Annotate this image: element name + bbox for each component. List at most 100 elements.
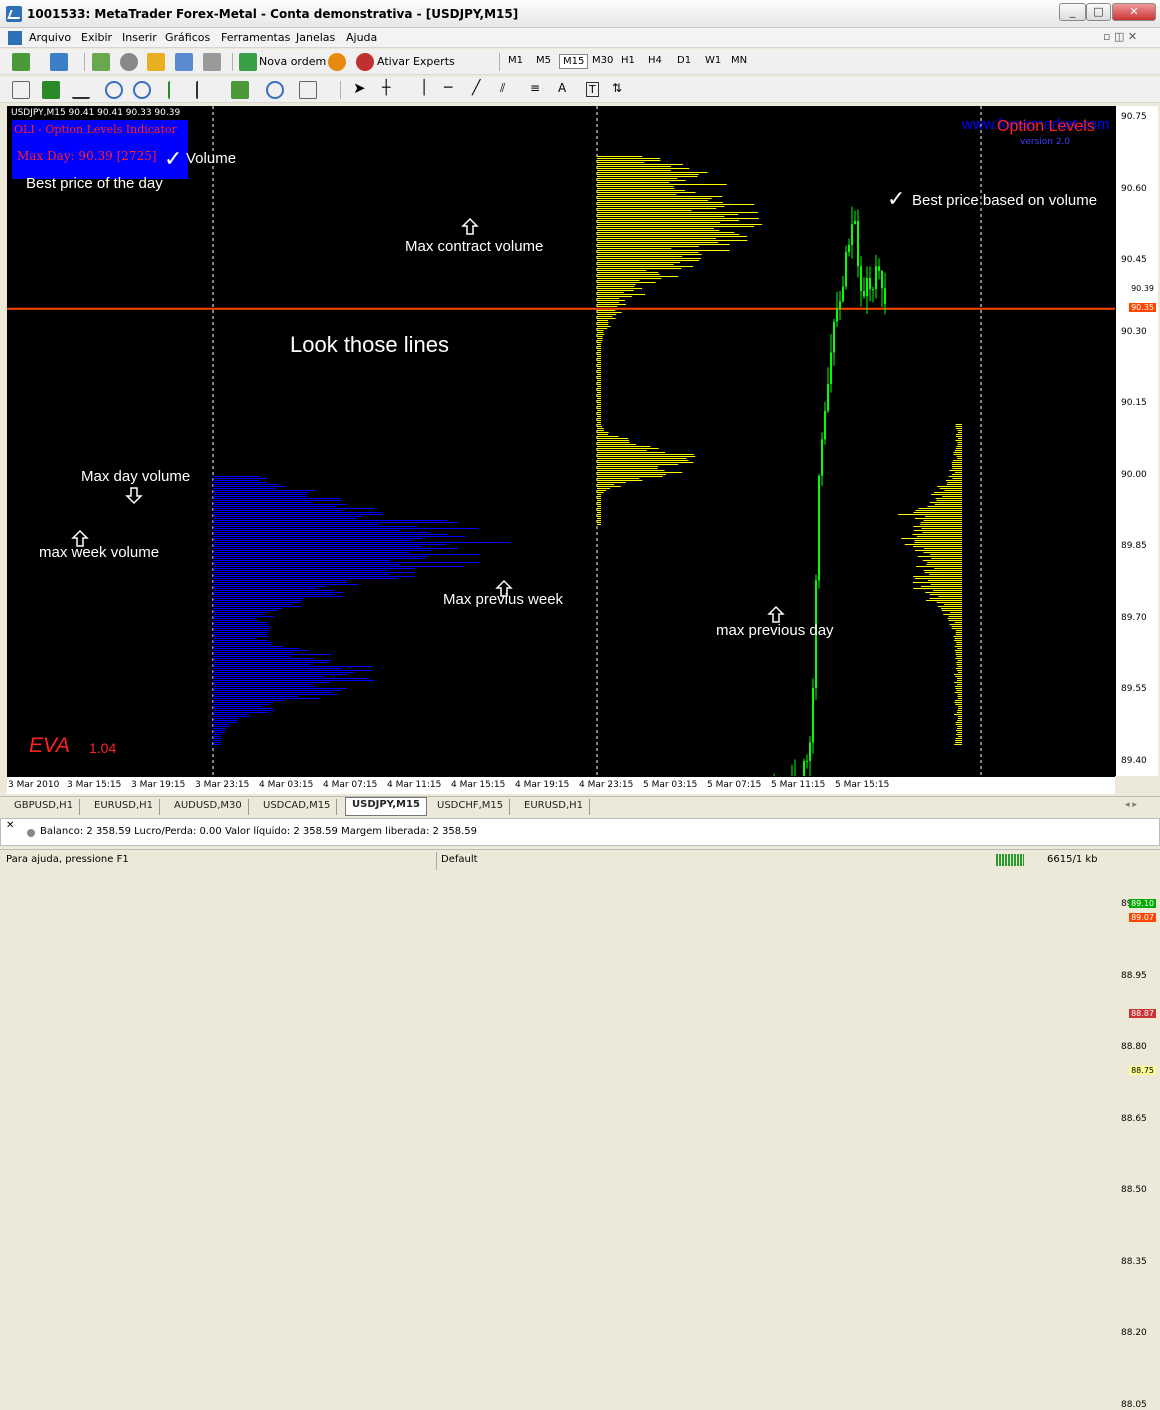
- vertical-line-icon[interactable]: │: [420, 80, 428, 96]
- arrows-icon[interactable]: ⇅: [612, 81, 622, 95]
- day-volume-bar: [597, 524, 601, 525]
- day-volume-bar: [597, 252, 699, 253]
- day-volume-bar: [597, 344, 601, 345]
- day-volume-bar: [597, 412, 601, 413]
- day-volume-bar: [597, 428, 604, 429]
- balance-text: Balanco: 2 358.59 Lucro/Perda: 0.00 Valo…: [40, 826, 478, 837]
- tab-scroll-arrows[interactable]: ◂ ▸: [1125, 800, 1137, 810]
- tab-eurusd-h1[interactable]: EURUSD,H1: [88, 799, 161, 815]
- channel-icon[interactable]: ⫽: [500, 81, 505, 96]
- week-volume-bar: [213, 566, 464, 567]
- day-volume-bar: [597, 500, 601, 501]
- week-volume-bar: [213, 552, 410, 553]
- week-volume-bar: [213, 670, 372, 671]
- price-tick-label: 88.80: [1121, 1042, 1147, 1053]
- time-axis[interactable]: 3 Mar 2010 3 Mar 15:15 3 Mar 19:15 3 Mar 23…: [7, 776, 1115, 794]
- current-volume-bar: [920, 522, 962, 523]
- week-volume-bar: [213, 710, 275, 711]
- up-arrow-icon: [767, 605, 785, 623]
- crosshair-icon[interactable]: ┼: [382, 80, 390, 96]
- menu-inserir[interactable]: Inserir: [122, 31, 157, 44]
- horizontal-line-icon[interactable]: ─: [444, 80, 452, 96]
- current-volume-bar: [950, 612, 962, 613]
- bar-chart-icon[interactable]: [12, 81, 30, 99]
- menu-ajuda[interactable]: Ajuda: [346, 31, 377, 44]
- timeframe-m15[interactable]: M15: [559, 54, 589, 69]
- day-volume-bar: [597, 476, 663, 477]
- menu-exibir[interactable]: Exibir: [81, 31, 112, 44]
- indicators-icon[interactable]: [231, 81, 249, 99]
- tab-eurusd-h1-2[interactable]: EURUSD,H1: [518, 799, 591, 815]
- chart-shift-icon[interactable]: [196, 81, 214, 99]
- text-label-icon[interactable]: T: [586, 82, 599, 97]
- current-volume-bar: [951, 626, 962, 627]
- navigator-icon[interactable]: [147, 53, 165, 71]
- current-volume-bar: [953, 636, 962, 637]
- tab-audusd-m30[interactable]: AUDUSD,M30: [168, 799, 249, 815]
- templates-icon[interactable]: [299, 81, 317, 99]
- day-volume-bar: [597, 192, 696, 193]
- experts-button[interactable]: Ativar Experts: [377, 55, 455, 68]
- current-volume-bar: [957, 732, 962, 733]
- terminal-close-icon[interactable]: ✕: [6, 820, 14, 831]
- zoom-in-icon[interactable]: [105, 81, 123, 99]
- price-axis[interactable]: 90.75 90.60 90.45 90.30 90.15 90.00 89.85 89.70…: [1115, 106, 1158, 1410]
- minimize-button[interactable]: _: [1059, 3, 1086, 21]
- current-volume-bar: [956, 664, 962, 665]
- day-volume-bar: [597, 426, 603, 427]
- tab-usdjpy-m15[interactable]: USDJPY,M15: [345, 797, 427, 816]
- zoom-out-icon[interactable]: [133, 81, 151, 99]
- candle-body: [833, 321, 835, 353]
- timeframe-h4[interactable]: H4: [645, 54, 665, 67]
- mdi-window-controls[interactable]: ▫ ◫ ✕: [1103, 30, 1137, 43]
- terminal-icon[interactable]: [175, 53, 193, 71]
- day-volume-bar: [597, 512, 601, 513]
- maximize-button[interactable]: □: [1086, 3, 1111, 21]
- day-volume-bar: [597, 182, 670, 183]
- timeframe-m5[interactable]: M5: [533, 54, 554, 67]
- menu-ferramentas[interactable]: Ferramentas: [221, 31, 290, 44]
- tab-usdchf-m15[interactable]: USDCHF,M15: [431, 799, 511, 815]
- week-volume-bar: [213, 702, 274, 703]
- experts-icon[interactable]: [356, 53, 374, 71]
- timeframe-h1[interactable]: H1: [618, 54, 638, 67]
- timeframe-mn[interactable]: MN: [728, 54, 750, 67]
- timeframe-m1[interactable]: M1: [505, 54, 526, 67]
- new-order-icon[interactable]: [239, 53, 257, 71]
- strategy-tester-icon[interactable]: [203, 53, 221, 71]
- fibonacci-icon[interactable]: ≡: [530, 81, 540, 95]
- price-level-label: 90.39: [1129, 283, 1156, 293]
- timeframe-w1[interactable]: W1: [702, 54, 724, 67]
- week-volume-bar: [213, 580, 348, 581]
- periods-icon[interactable]: [266, 81, 284, 99]
- menu-janelas[interactable]: Janelas: [296, 31, 335, 44]
- data-window-icon[interactable]: [120, 53, 138, 71]
- current-volume-bar: [956, 436, 962, 437]
- day-volume-bar: [597, 174, 699, 175]
- new-chart-icon[interactable]: [12, 53, 30, 71]
- tab-gbpusd-h1[interactable]: GBPUSD,H1: [8, 799, 81, 815]
- line-chart-icon[interactable]: [72, 81, 90, 99]
- profiles-icon[interactable]: [50, 53, 68, 71]
- metaeditor-icon[interactable]: [328, 53, 346, 71]
- current-volume-bar: [957, 718, 962, 719]
- timeframe-m30[interactable]: M30: [589, 54, 616, 67]
- close-button[interactable]: ✕: [1112, 3, 1156, 21]
- text-icon[interactable]: A: [558, 81, 566, 95]
- week-volume-bar: [213, 692, 333, 693]
- candlestick-icon[interactable]: [42, 81, 60, 99]
- current-volume-bar: [955, 742, 962, 743]
- cursor-icon[interactable]: ➤: [353, 79, 366, 97]
- price-chart[interactable]: USDJPY,M15 90.41 90.41 90.33 90.39 OLI -…: [7, 106, 1115, 776]
- day-volume-bar: [597, 390, 601, 391]
- timeframe-d1[interactable]: D1: [674, 54, 694, 67]
- day-volume-bar: [597, 156, 643, 157]
- menu-graficos[interactable]: Gráficos: [165, 31, 210, 44]
- tab-usdcad-m15[interactable]: USDCAD,M15: [257, 799, 338, 815]
- new-order-button[interactable]: Nova ordem: [259, 55, 326, 68]
- autoscroll-icon[interactable]: [168, 81, 186, 99]
- trendline-icon[interactable]: ╱: [472, 80, 480, 96]
- market-watch-icon[interactable]: [92, 53, 110, 71]
- current-volume-bar: [916, 536, 962, 537]
- menu-arquivo[interactable]: Arquivo: [29, 31, 71, 44]
